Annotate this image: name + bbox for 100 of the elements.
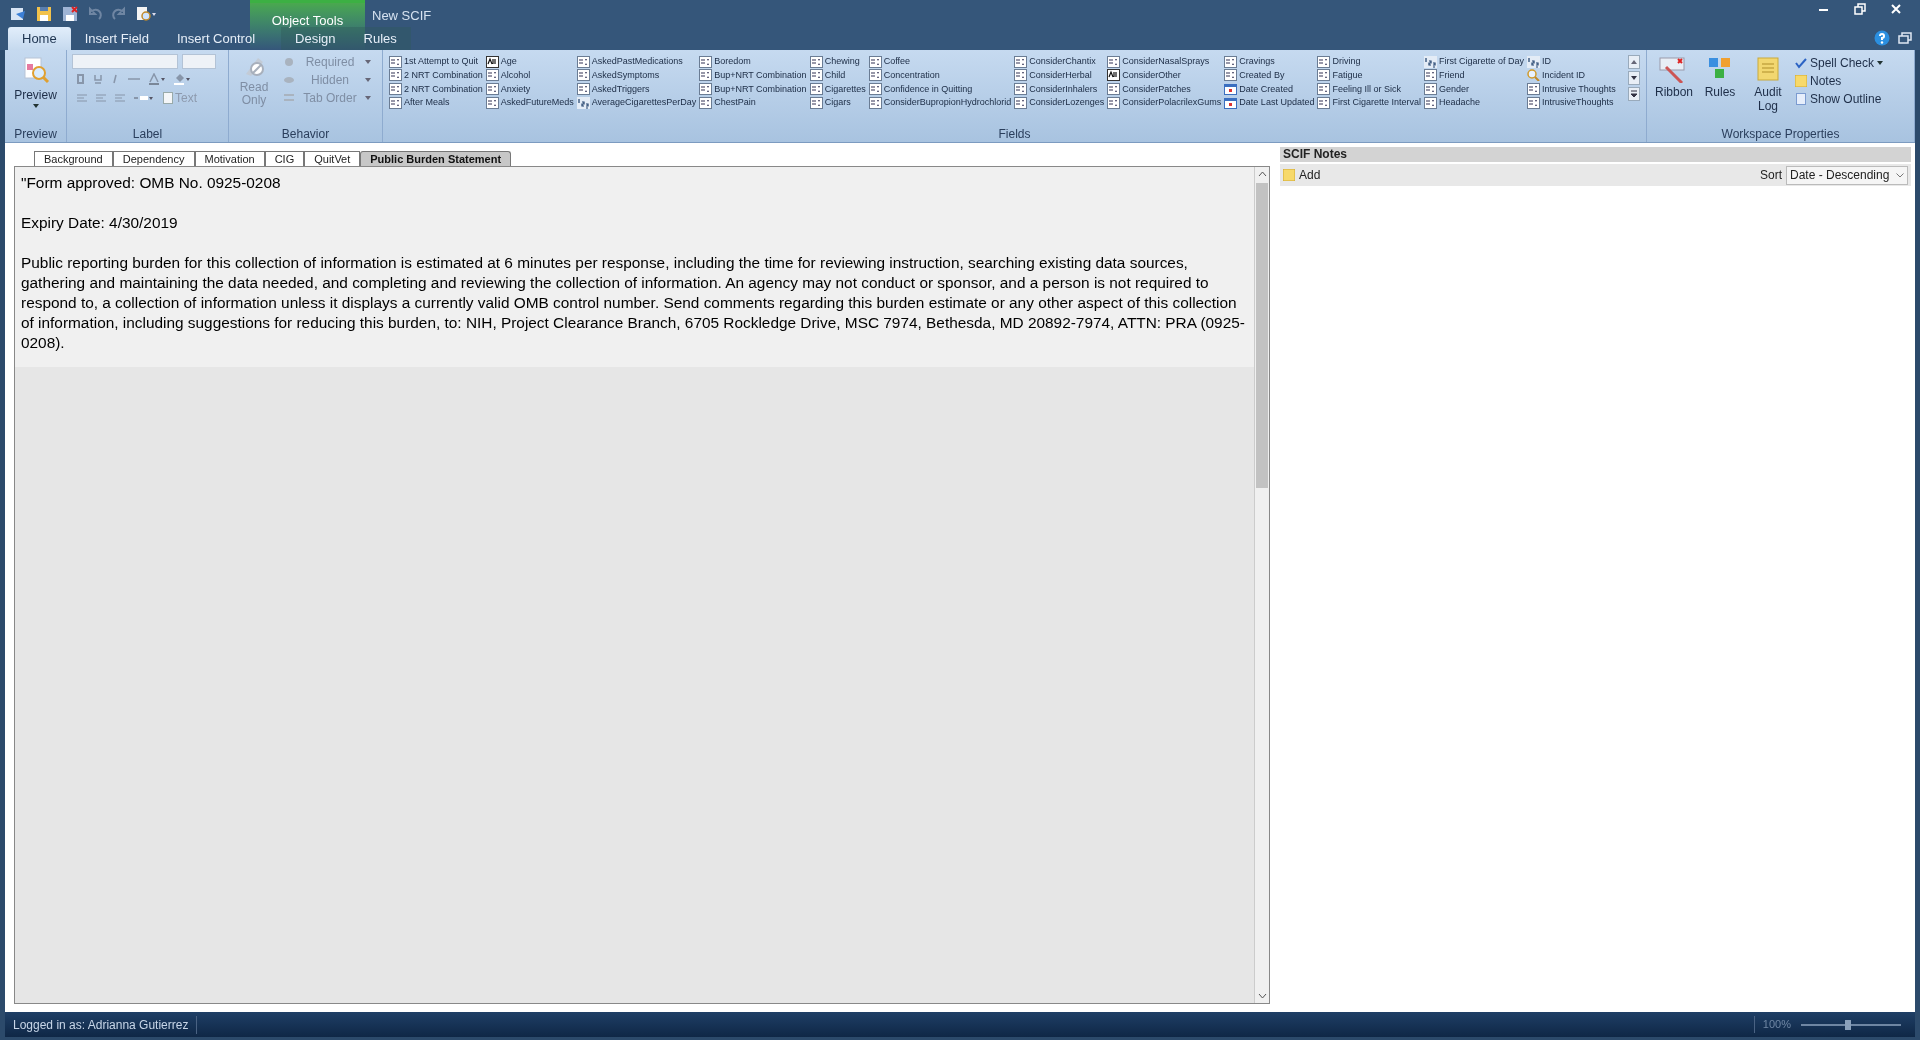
field-item[interactable]: ID (1527, 55, 1616, 68)
sort-dropdown[interactable]: Date - Descending (1786, 165, 1908, 185)
group-label: Behavior (280, 126, 331, 142)
list-field-icon (1527, 96, 1540, 109)
group-label: Preview (13, 126, 58, 142)
field-item[interactable]: IntrusiveThoughts (1527, 96, 1616, 110)
field-item[interactable]: Age (485, 55, 574, 68)
scroll-icon (1754, 55, 1782, 83)
field-item[interactable]: ConsiderPatches (1107, 82, 1222, 96)
field-item[interactable]: Alcohol (485, 68, 574, 82)
field-item[interactable]: AverageCigarettesPerDay (576, 96, 697, 110)
close-icon[interactable] (1890, 3, 1902, 15)
field-item[interactable]: Date Created (1224, 82, 1315, 96)
field-item[interactable]: Child (809, 68, 866, 82)
help-icon[interactable] (1874, 30, 1890, 46)
print-preview-icon[interactable] (136, 6, 158, 22)
ribbon-tab[interactable]: Home (8, 27, 71, 50)
add-button[interactable]: Add (1283, 166, 1321, 184)
ribbon-tab[interactable]: Insert Field (70, 27, 163, 50)
field-item[interactable]: ConsiderHerbal (1014, 68, 1105, 82)
ribbon-tab[interactable]: Insert Control (163, 27, 270, 50)
chevron-down-icon (1896, 172, 1904, 178)
field-item[interactable]: ConsiderChantix (1014, 55, 1105, 68)
field-item[interactable]: AskedSymptoms (576, 68, 697, 82)
list-field-icon (389, 55, 402, 68)
field-item[interactable]: ChestPain (699, 96, 807, 110)
list-field-icon (485, 69, 499, 82)
expand-gallery-icon[interactable] (1628, 87, 1640, 101)
field-item[interactable]: ConsiderInhalers (1014, 82, 1105, 96)
document-tab[interactable]: CIG (264, 151, 305, 166)
field-item[interactable]: Incident ID (1527, 68, 1616, 82)
windows-icon[interactable] (1898, 32, 1912, 44)
restore-icon[interactable] (1854, 3, 1866, 15)
field-item[interactable]: Confidence in Quitting (868, 82, 1012, 96)
caret-icon (365, 78, 371, 82)
field-item[interactable]: Date Last Updated (1224, 96, 1315, 110)
document-tab[interactable]: QuitVet (304, 151, 361, 166)
document-tab[interactable]: Public Burden Statement (360, 151, 512, 166)
line-style-icon[interactable] (134, 94, 154, 102)
ruler-pencil-icon (1658, 55, 1686, 83)
field-item[interactable]: 2 NRT Combination (389, 82, 483, 96)
field-item[interactable]: Headache (1423, 96, 1524, 110)
list-field-icon (809, 55, 823, 68)
document-tab[interactable]: Dependency (112, 151, 195, 166)
app-icon[interactable] (10, 6, 26, 22)
field-item[interactable]: ConsiderBupropionHydrochlorid (868, 96, 1012, 110)
field-item[interactable]: Boredom (699, 55, 807, 68)
field-item[interactable]: Fatigue (1317, 68, 1421, 82)
workspace-button[interactable]: Audit Log (1747, 50, 1789, 125)
field-item[interactable]: Cravings (1224, 55, 1315, 68)
scroll-down-icon[interactable] (1628, 71, 1640, 85)
field-item[interactable]: ConsiderPolacrilexGums (1107, 96, 1222, 110)
text-field-icon (1107, 69, 1121, 82)
field-item[interactable]: Cigars (809, 96, 866, 110)
field-item[interactable]: Intrusive Thoughts (1527, 82, 1616, 96)
field-item[interactable]: 1st Attempt to Quit (389, 55, 483, 68)
document-tab[interactable]: Background (34, 151, 113, 166)
field-item[interactable]: AskedPastMedications (576, 55, 697, 68)
field-item[interactable]: Coffee (868, 55, 1012, 68)
field-item[interactable]: First Cigarette Interval (1317, 96, 1421, 110)
scroll-up-icon[interactable] (1628, 55, 1640, 69)
field-item[interactable]: Cigarettes (809, 82, 866, 96)
slider-thumb[interactable] (1845, 1019, 1851, 1030)
ribbon-tab[interactable]: Design (281, 27, 350, 50)
field-item[interactable]: ConsiderLozenges (1014, 96, 1105, 110)
scrollbar-thumb[interactable] (1256, 183, 1268, 488)
list-field-icon (1107, 83, 1121, 95)
preview-button[interactable]: Preview (5, 50, 66, 125)
field-item[interactable]: Created By (1224, 68, 1315, 82)
field-item[interactable]: ConsiderOther (1107, 68, 1222, 82)
workspace-option[interactable]: Show Outline (1795, 90, 1884, 107)
field-item[interactable]: First Cigarette of Day (1423, 55, 1524, 68)
workspace-button[interactable]: Rules (1699, 50, 1741, 125)
field-item[interactable]: Feeling Ill or Sick (1317, 82, 1421, 96)
font-size-field[interactable] (182, 54, 216, 69)
field-item[interactable]: Bup+NRT Combination (699, 68, 807, 82)
field-item[interactable]: Chewing (809, 55, 866, 68)
font-color-icon[interactable] (149, 73, 165, 85)
field-item[interactable]: After Meals (389, 96, 483, 110)
list-field-icon (1107, 96, 1121, 109)
field-item[interactable]: Driving (1317, 55, 1421, 68)
save-close-icon[interactable] (62, 6, 78, 22)
ribbon-tab[interactable]: Rules (349, 27, 411, 50)
workspace-option[interactable]: Notes (1795, 72, 1884, 89)
fill-color-icon[interactable] (174, 73, 190, 85)
document-tab[interactable]: Motivation (194, 151, 265, 166)
workspace-option[interactable]: Spell Check (1795, 54, 1884, 71)
field-item[interactable]: AskedFutureMeds (485, 96, 574, 110)
field-item[interactable]: Bup+NRT Combination (699, 82, 807, 96)
field-item[interactable]: AskedTriggers (576, 82, 697, 96)
field-item[interactable]: Concentration (868, 68, 1012, 82)
field-item[interactable]: Gender (1423, 82, 1524, 96)
font-name-field[interactable] (72, 54, 178, 69)
field-item[interactable]: 2 NRT Combination (389, 68, 483, 82)
field-item[interactable]: Anxiety (485, 82, 574, 96)
number-field-icon (1527, 55, 1540, 68)
save-icon[interactable] (36, 6, 52, 22)
field-item[interactable]: Friend (1423, 68, 1524, 82)
workspace-button[interactable]: Ribbon (1651, 50, 1693, 125)
field-item[interactable]: ConsiderNasalSprays (1107, 55, 1222, 68)
